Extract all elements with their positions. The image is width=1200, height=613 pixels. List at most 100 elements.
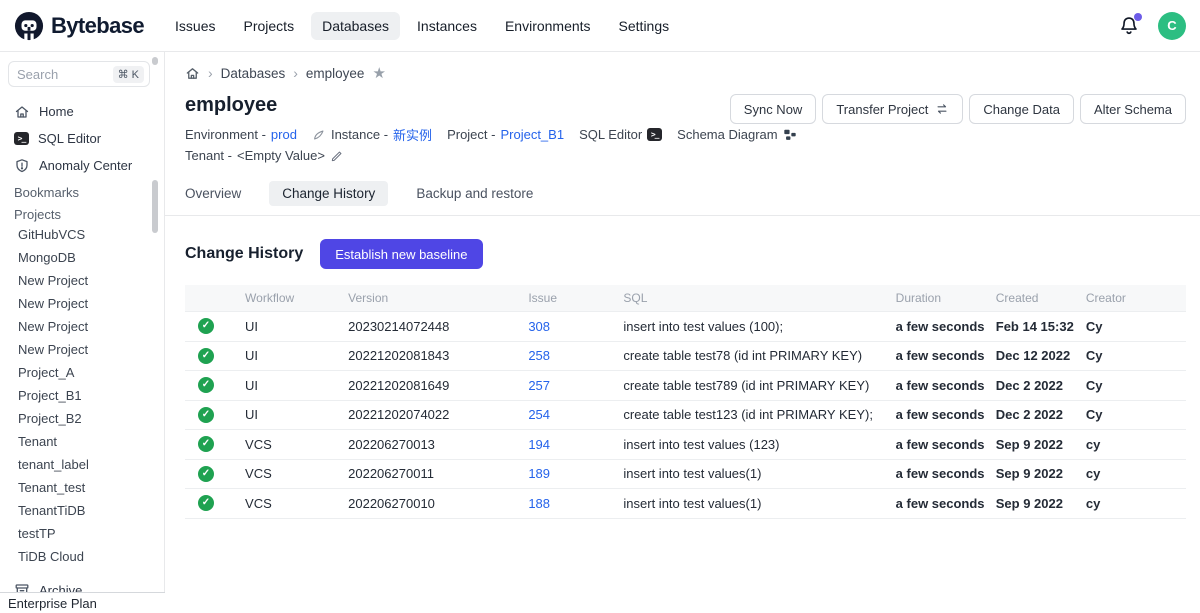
transfer-project-button[interactable]: Transfer Project — [822, 94, 963, 124]
sidebar-project-new-project-2[interactable]: New Project — [0, 292, 164, 315]
sidebar-section-projects[interactable]: Projects — [0, 201, 164, 223]
issue-link[interactable]: 254 — [528, 407, 550, 422]
sidebar-project-testtp[interactable]: testTP — [0, 522, 164, 545]
sidebar-project-tenant-test[interactable]: Tenant_test — [0, 476, 164, 499]
duration-cell: a few seconds — [888, 312, 988, 342]
tab-change-history[interactable]: Change History — [269, 181, 388, 206]
home-icon — [14, 104, 30, 120]
sql-cell: insert into test values(1) — [615, 489, 887, 519]
sidebar-project-tenanttidb[interactable]: TenantTiDB — [0, 499, 164, 522]
version-cell: 20221202081649 — [340, 371, 520, 401]
user-avatar[interactable]: C — [1158, 12, 1186, 40]
tab-backup-and-restore[interactable]: Backup and restore — [416, 181, 533, 206]
sync-now-button[interactable]: Sync Now — [730, 94, 817, 124]
workflow-cell: VCS — [237, 430, 340, 460]
creator-cell: cy — [1078, 430, 1186, 460]
nav-item-databases[interactable]: Databases — [311, 12, 400, 40]
instance-link[interactable]: 新实例 — [393, 125, 432, 144]
nav-item-instances[interactable]: Instances — [406, 12, 488, 40]
sidebar-project-tenant[interactable]: Tenant — [0, 430, 164, 453]
table-row[interactable]: ✓ UI 20221202081843 258 create table tes… — [185, 341, 1186, 371]
sidebar-project-githubvcs[interactable]: GitHubVCS — [0, 223, 164, 246]
sidebar-project-new-project-1[interactable]: New Project — [0, 269, 164, 292]
sql-editor-shortcut[interactable]: SQL Editor >_ — [579, 127, 662, 142]
schema-diagram-shortcut[interactable]: Schema Diagram — [677, 127, 796, 142]
success-check-icon: ✓ — [198, 348, 214, 364]
creator-cell: Cy — [1078, 400, 1186, 430]
breadcrumb: › Databases › employee ★ — [185, 65, 1186, 81]
change-data-button[interactable]: Change Data — [969, 94, 1074, 124]
sidebar-item-label: SQL Editor — [38, 131, 101, 146]
database-meta-row-1: Environment - prod Instance - 新实例 Projec… — [185, 124, 1186, 145]
alter-schema-label: Alter Schema — [1094, 102, 1172, 117]
col-version: Version — [340, 285, 520, 312]
col-creator: Creator — [1078, 285, 1186, 312]
nav-item-projects[interactable]: Projects — [233, 12, 306, 40]
issue-link[interactable]: 189 — [528, 466, 550, 481]
establish-new-baseline-button[interactable]: Establish new baseline — [320, 239, 482, 269]
issue-link[interactable]: 188 — [528, 496, 550, 511]
sidebar-item-anomaly-center[interactable]: Anomaly Center — [8, 152, 156, 179]
change-data-label: Change Data — [983, 102, 1060, 117]
workflow-cell: UI — [237, 341, 340, 371]
shield-icon — [14, 158, 30, 174]
sidebar-project-project-b2[interactable]: Project_B2 — [0, 407, 164, 430]
alter-schema-button[interactable]: Alter Schema — [1080, 94, 1186, 124]
sql-editor-label: SQL Editor — [579, 127, 642, 142]
sidebar-project-tidb-cloud[interactable]: TiDB Cloud — [0, 545, 164, 568]
breadcrumb-home-icon[interactable] — [185, 66, 200, 81]
duration-cell: a few seconds — [888, 430, 988, 460]
sidebar-project-tenant-label[interactable]: tenant_label — [0, 453, 164, 476]
sync-now-label: Sync Now — [744, 102, 803, 117]
col-sql: SQL — [615, 285, 887, 312]
sidebar-scrollbar-cap[interactable] — [152, 57, 158, 65]
nav-item-settings[interactable]: Settings — [608, 12, 681, 40]
sidebar-item-label: Anomaly Center — [39, 158, 132, 173]
nav-item-issues[interactable]: Issues — [164, 12, 226, 40]
col-duration: Duration — [888, 285, 988, 312]
sidebar-project-new-project-4[interactable]: New Project — [0, 338, 164, 361]
table-row[interactable]: ✓ UI 20221202081649 257 create table tes… — [185, 371, 1186, 401]
sidebar-item-home[interactable]: Home — [8, 98, 156, 125]
issue-link[interactable]: 308 — [528, 319, 550, 334]
table-row[interactable]: ✓ VCS 202206270013 194 insert into test … — [185, 430, 1186, 460]
table-row[interactable]: ✓ VCS 202206270010 188 insert into test … — [185, 489, 1186, 519]
edit-pencil-icon[interactable] — [330, 149, 344, 163]
sidebar-project-new-project-3[interactable]: New Project — [0, 315, 164, 338]
creator-cell: Cy — [1078, 341, 1186, 371]
notification-bell-icon[interactable] — [1118, 15, 1140, 37]
sidebar-project-project-b1[interactable]: Project_B1 — [0, 384, 164, 407]
duration-cell: a few seconds — [888, 489, 988, 519]
project-meta: Project - Project_B1 — [447, 127, 564, 142]
environment-label: Environment - — [185, 127, 266, 142]
database-tabs: Overview Change History Backup and resto… — [185, 181, 1186, 206]
table-row[interactable]: ✓ UI 20221202074022 254 create table tes… — [185, 400, 1186, 430]
issue-link[interactable]: 258 — [528, 348, 550, 363]
issue-link[interactable]: 194 — [528, 437, 550, 452]
environment-link[interactable]: prod — [271, 127, 297, 142]
breadcrumb-databases[interactable]: Databases — [221, 66, 286, 81]
sql-cell: insert into test values (100); — [615, 312, 887, 342]
search-box[interactable]: ⌘ K — [8, 61, 150, 87]
sidebar-section-bookmarks[interactable]: Bookmarks — [0, 179, 164, 201]
sidebar-item-sql-editor[interactable]: >_ SQL Editor — [8, 125, 156, 152]
table-row[interactable]: ✓ VCS 202206270011 189 insert into test … — [185, 459, 1186, 489]
version-cell: 202206270011 — [340, 459, 520, 489]
project-link[interactable]: Project_B1 — [500, 127, 564, 142]
issue-link[interactable]: 257 — [528, 378, 550, 393]
bookmark-star-icon[interactable]: ★ — [372, 66, 385, 81]
sidebar-project-mongodb[interactable]: MongoDB — [0, 246, 164, 269]
breadcrumb-employee[interactable]: employee — [306, 66, 365, 81]
project-label: Project - — [447, 127, 495, 142]
tab-overview[interactable]: Overview — [185, 181, 241, 206]
database-actions: Sync Now Transfer Project Change Data Al… — [730, 94, 1186, 124]
sidebar-project-project-a[interactable]: Project_A — [0, 361, 164, 384]
sidebar-scrollbar-thumb[interactable] — [152, 180, 158, 233]
table-row[interactable]: ✓ UI 20230214072448 308 insert into test… — [185, 312, 1186, 342]
schema-diagram-icon — [783, 128, 797, 142]
bytebase-logo[interactable]: Bytebase — [14, 11, 144, 41]
workflow-cell: VCS — [237, 489, 340, 519]
nav-item-environments[interactable]: Environments — [494, 12, 602, 40]
search-input[interactable] — [17, 67, 113, 82]
col-status — [185, 285, 237, 312]
